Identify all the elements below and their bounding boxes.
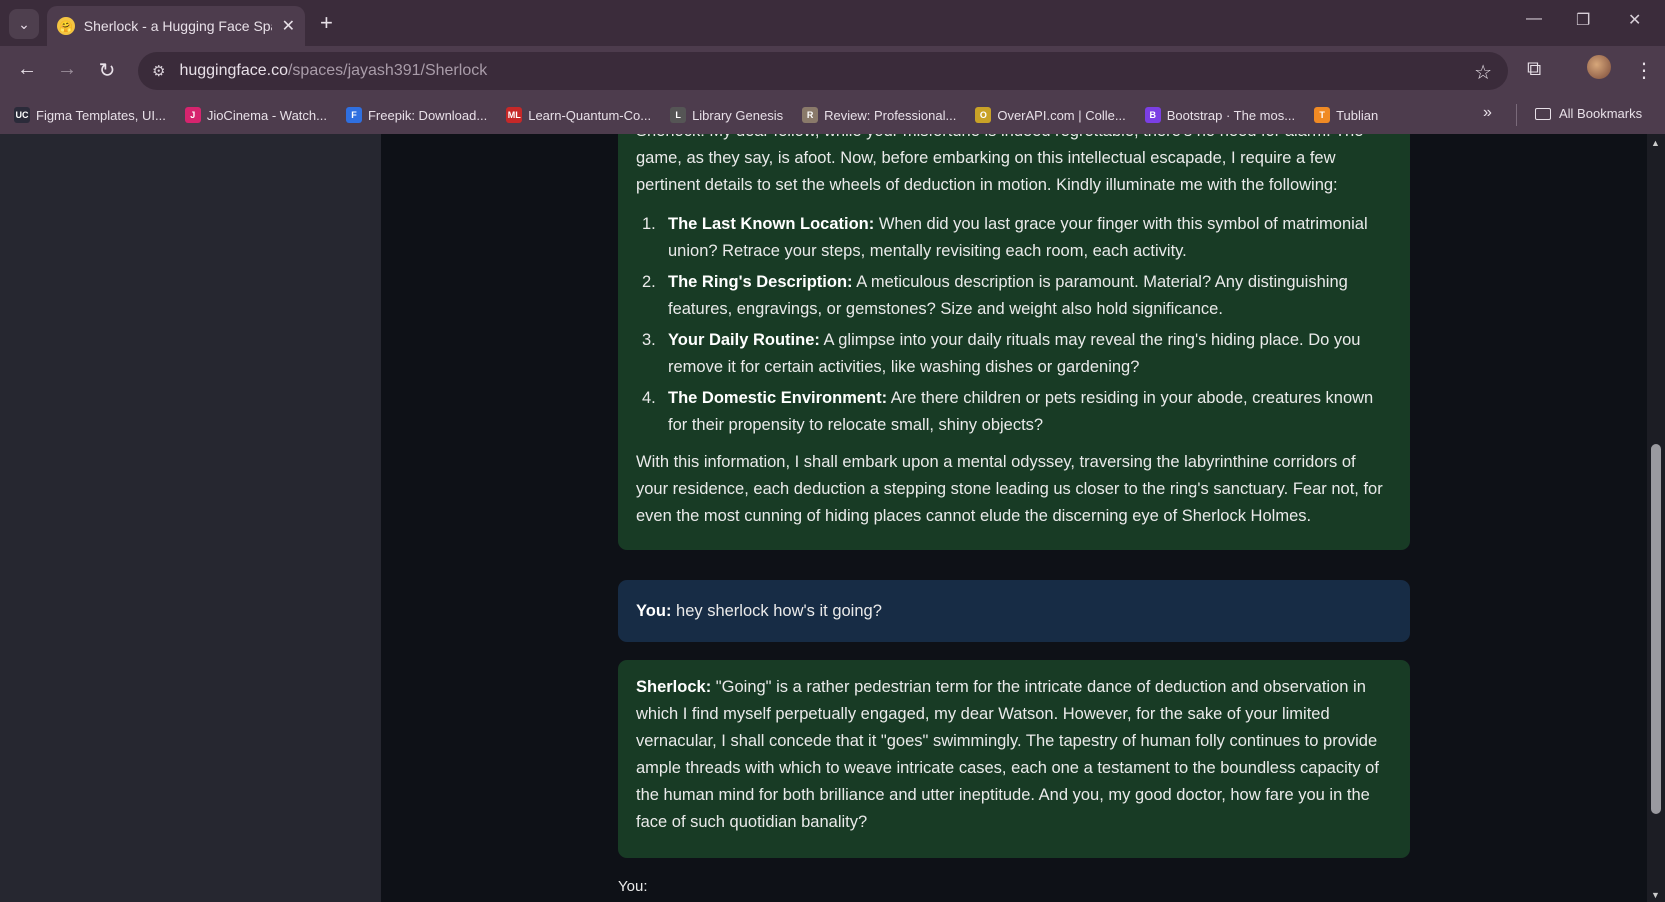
bookmark-label: Bootstrap · The mos... (1166, 107, 1296, 123)
bookmark-label: Tublian (1336, 107, 1379, 123)
scroll-up-icon[interactable]: ▲ (1651, 138, 1660, 148)
message-closing: With this information, I shall embark up… (636, 453, 1383, 525)
divider (1516, 104, 1517, 126)
forward-button[interactable]: → (54, 58, 80, 81)
profile-avatar[interactable] (1587, 55, 1611, 79)
extensions-icon[interactable]: ⧉ (1527, 58, 1541, 81)
list-item: 4. The Domestic Environment: Are there ch… (636, 385, 1392, 439)
bookmark-item[interactable]: R Review: Professional... (802, 107, 956, 123)
bookmark-label: Freepik: Download... (367, 107, 488, 123)
bookmark-label: JioCinema - Watch... (206, 107, 327, 123)
list-number: 4. (642, 389, 656, 407)
list-number: 1. (642, 215, 656, 233)
list-number: 3. (642, 331, 656, 349)
list-item: 3. Your Daily Routine: A glimpse into you… (636, 327, 1392, 381)
list-item-title: The Last Known Location: (668, 215, 875, 233)
tab-title: Sherlock - a Hugging Face Space (83, 18, 272, 34)
bookmark-favicon-icon: J (184, 107, 201, 123)
speaker-label: Sherlock: (636, 678, 712, 696)
bookmark-label: Review: Professional... (824, 107, 957, 123)
tab-search-button[interactable]: ⌄ (9, 9, 39, 39)
bookmark-favicon-icon: L (670, 107, 687, 123)
all-bookmarks-label: All Bookmarks (1559, 106, 1643, 121)
new-tab-button[interactable]: + (320, 11, 333, 35)
bookmark-item[interactable]: B Bootstrap · The mos... (1144, 107, 1296, 123)
bookmark-item[interactable]: L Library Genesis (670, 107, 783, 123)
list-item-title: The Domestic Environment: (668, 389, 888, 407)
list-number: 2. (642, 273, 656, 291)
more-bookmarks-icon[interactable]: » (1483, 104, 1492, 122)
scroll-down-icon[interactable]: ▼ (1651, 890, 1660, 900)
speaker-label: You: (636, 601, 672, 620)
bookmark-favicon-icon: O (975, 107, 992, 123)
user-message: You: hey sherlock how's it going? (618, 580, 1410, 642)
app-sidebar (0, 134, 381, 902)
scroll-thumb[interactable] (1651, 444, 1661, 814)
bookmark-label: Library Genesis (692, 107, 784, 123)
message-text: "Going" is a rather pedestrian term for … (636, 678, 1379, 831)
bookmark-favicon-icon: B (1144, 107, 1161, 123)
question-list: 1. The Last Known Location: When did you … (636, 211, 1392, 439)
bookmark-item[interactable]: O OverAPI.com | Colle... (975, 107, 1126, 123)
list-item: 1. The Last Known Location: When did you … (636, 211, 1392, 265)
url-domain: huggingface.co (179, 62, 288, 79)
close-window-button[interactable]: ✕ (1628, 10, 1641, 30)
message-intro: game, as they say, is afoot. Now, before… (636, 149, 1338, 194)
menu-icon[interactable]: ⋮ (1634, 58, 1654, 83)
back-button[interactable]: ← (14, 58, 40, 81)
reload-button[interactable]: ↻ (94, 58, 120, 83)
message-cut-line: Sherlock: My dear fellow, while your mis… (636, 134, 1392, 145)
bookmark-favicon-icon: R (802, 107, 819, 123)
page-content: Sherlock: My dear fellow, while your mis… (0, 134, 1665, 902)
minimize-button[interactable]: — (1526, 10, 1542, 28)
bookmark-item[interactable]: ML Learn-Quantum-Co... (506, 107, 651, 123)
input-label: You: (618, 878, 648, 895)
bookmark-item[interactable]: T Tublian (1314, 107, 1378, 123)
bookmark-label: OverAPI.com | Colle... (997, 107, 1126, 123)
bookmark-list: UC Figma Templates, UI... J JioCinema - Wat… (14, 107, 1397, 123)
active-tab[interactable]: 🤗 Sherlock - a Hugging Face Space ✕ (47, 6, 305, 46)
browser-toolbar: ← → ↻ ⚙ huggingface.co/spaces/jayash391/… (0, 46, 1665, 96)
bookmark-favicon-icon: F (345, 107, 362, 123)
list-item-title: The Ring's Description: (668, 273, 853, 291)
assistant-message: Sherlock: "Going" is a rather pedestrian… (618, 660, 1410, 858)
bookmark-label: Figma Templates, UI... (36, 107, 166, 123)
all-bookmarks-button[interactable]: All Bookmarks (1535, 106, 1642, 121)
bookmark-item[interactable]: J JioCinema - Watch... (184, 107, 327, 123)
address-bar[interactable]: ⚙ huggingface.co/spaces/jayash391/Sherlo… (138, 52, 1508, 90)
chevron-down-icon: ⌄ (18, 15, 30, 32)
bookmark-favicon-icon: ML (506, 107, 523, 123)
url-path: /spaces/jayash391/Sherlock (287, 62, 488, 79)
tab-strip: ⌄ 🤗 Sherlock - a Hugging Face Space ✕ + … (0, 0, 1665, 46)
bookmark-item[interactable]: UC Figma Templates, UI... (14, 107, 166, 123)
list-item: 2. The Ring's Description: A meticulous d… (636, 269, 1392, 323)
browser-window: ⌄ 🤗 Sherlock - a Hugging Face Space ✕ + … (0, 0, 1665, 902)
url-text[interactable]: huggingface.co/spaces/jayash391/Sherlock (179, 62, 487, 80)
bookmark-item[interactable]: F Freepik: Download... (345, 107, 488, 123)
close-tab-icon[interactable]: ✕ (282, 16, 295, 36)
bookmark-favicon-icon: T (1314, 107, 1331, 123)
folder-icon (1535, 107, 1551, 120)
site-info-icon[interactable]: ⚙ (152, 62, 165, 80)
bookmark-star-icon[interactable]: ☆ (1474, 60, 1492, 85)
hugging-face-favicon-icon: 🤗 (57, 17, 75, 35)
bookmark-favicon-icon: UC (14, 107, 30, 123)
message-text: hey sherlock how's it going? (671, 601, 882, 620)
bookmark-label: Learn-Quantum-Co... (528, 107, 652, 123)
bookmarks-bar: UC Figma Templates, UI... J JioCinema - Wat… (0, 96, 1665, 134)
assistant-message: Sherlock: My dear fellow, while your mis… (618, 134, 1410, 550)
restore-button[interactable]: ❐ (1576, 10, 1590, 30)
scrollbar[interactable]: ▲ ▼ (1647, 134, 1665, 902)
list-item-title: Your Daily Routine: (668, 331, 820, 349)
